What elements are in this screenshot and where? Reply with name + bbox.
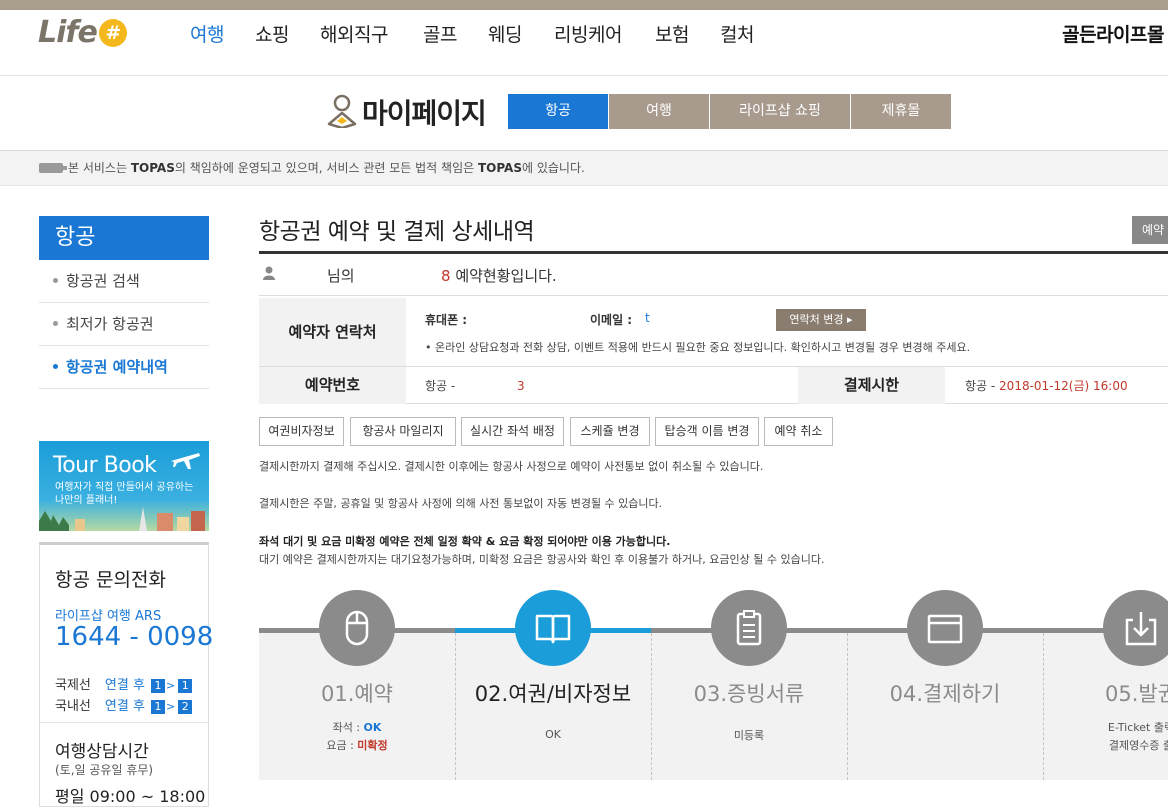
email-label: 이메일 : [590, 313, 633, 327]
step-2-circle [515, 590, 591, 666]
step-3-circle [711, 590, 787, 666]
gnb-insurance[interactable]: 보험 [655, 20, 689, 47]
tab-air[interactable]: 항공 [508, 94, 608, 129]
hours-value: 평일 09:00 ~ 18:00 [55, 787, 206, 806]
schedule-change-button[interactable]: 스케쥴 변경 [570, 417, 650, 446]
sidebar-item-flight-search[interactable]: 항공권 검색 [39, 260, 209, 303]
life-logo[interactable]: Life # [38, 15, 127, 50]
reservation-number-value: 항공 - 3 [425, 379, 525, 393]
chevron-right-icon: ▸ [847, 313, 853, 326]
page-title: 항공권 예약 및 결제 상세내역 [259, 219, 535, 245]
gnb-golf[interactable]: 골프 [423, 20, 457, 47]
user-icon [263, 266, 275, 280]
step-4-title: 04.결제하기 [889, 682, 1001, 706]
mouse-icon [345, 610, 369, 646]
gnb-culture[interactable]: 컬처 [720, 20, 754, 47]
mypage-title: 마이페이지 [362, 97, 487, 130]
change-contact-button[interactable]: 연락처 변경 ▸ [776, 309, 866, 331]
hours-subtitle: (토,일 공유일 휴무) [55, 763, 154, 777]
gnb-overseas-direct[interactable]: 해외직구 [320, 20, 388, 47]
description-4: 대기 예약은 결제시한까지는 대기요청가능하며, 미확정 요금은 항공사와 확인… [259, 553, 825, 566]
sidebar-item-lowest-fare[interactable]: 최저가 항공권 [39, 303, 209, 346]
tour-book-banner[interactable]: Tour Book 여행자가 직접 만들어서 공유하는 나만의 플래너! [39, 441, 209, 531]
greeting-row [259, 254, 1168, 296]
step-5-line-2: 결제영수증 출 [1108, 739, 1168, 752]
description-2: 결제시한은 주말, 공휴일 및 항공사 사정에 의해 사전 통보없이 자동 변경… [259, 497, 663, 510]
bullet-icon [53, 364, 58, 369]
step-1-title: 01.예약 [320, 682, 394, 706]
gnb-shopping[interactable]: 쇼핑 [255, 20, 289, 47]
book-icon [535, 614, 571, 644]
download-icon [1125, 612, 1157, 646]
payment-deadline-header: 결제시한 [798, 367, 945, 404]
phone-label: 휴대폰 : [425, 313, 468, 327]
greeting-name: 님의 [327, 267, 355, 285]
clipboard-icon [736, 610, 762, 646]
contact-international-row: 국제선 연결 후 1 >1 [55, 674, 193, 693]
step-2-title: 02.여권/비자정보 [474, 682, 632, 706]
email-value: t [645, 311, 650, 325]
logo-text: Life [38, 15, 98, 50]
bullet-icon [53, 321, 58, 326]
sidebar-item-label: 항공권 검색 [66, 272, 140, 290]
sidebar-item-reservations[interactable]: 항공권 예약내역 [39, 346, 209, 389]
step-3-status: 미등록 [733, 729, 765, 742]
step-2-status: OK [545, 728, 561, 741]
tab-partner-mall[interactable]: 제휴몰 [851, 94, 951, 129]
tab-travel[interactable]: 여행 [609, 94, 709, 129]
airline-mileage-button[interactable]: 항공사 마일리지 [350, 417, 456, 446]
step-5-line-1: E-Ticket 출력 [1107, 721, 1168, 734]
top-utility-strip [0, 0, 1168, 10]
reservation-number-header: 예약번호 [259, 367, 406, 404]
mypage-person-icon [327, 94, 357, 128]
contact-phone-number: 1644 - 0098 [55, 622, 214, 652]
description-1: 결제시한까지 결제해 주십시오. 결제시한 이후에는 항공사 사정으로 예약이 … [259, 460, 764, 473]
cancel-reservation-button[interactable]: 예약 취소 [764, 417, 833, 446]
step-4-circle [907, 590, 983, 666]
gnb-wedding[interactable]: 웨딩 [488, 20, 522, 47]
passenger-name-change-button[interactable]: 탑승객 이름 변경 [655, 417, 759, 446]
sidebar-title: 항공 [39, 216, 209, 260]
divider [39, 722, 209, 723]
service-notice-text: 본 서비스는 TOPAS의 책임하에 운영되고 있으며, 서비스 관련 모든 법… [68, 161, 585, 175]
city-skyline-icon [39, 507, 205, 531]
greeting-count: 8 예약현황입니다. [441, 267, 557, 285]
step-3-title: 03.증빙서류 [693, 682, 805, 706]
step-1-fare-status: 요금 : 미확정 [326, 739, 388, 752]
hours-title: 여행상담시간 [55, 742, 149, 762]
contact-title: 항공 문의전화 [55, 569, 166, 591]
tour-book-title: Tour Book [53, 453, 157, 478]
gnb-travel[interactable]: 여행 [190, 20, 224, 47]
seat-assignment-button[interactable]: 실시간 좌석 배정 [461, 417, 564, 446]
reservation-button[interactable]: 예약 [1132, 216, 1168, 244]
step-1-seat-status: 좌석 : OK [332, 721, 382, 734]
bullet-icon [53, 278, 58, 283]
contact-domestic-row: 국내선 연결 후 1 >2 [55, 695, 193, 714]
contact-header: 예약자 연락처 [259, 298, 406, 366]
step-5-title: 05.발권 [1104, 682, 1168, 706]
golden-life-mall-link[interactable]: 골든라이프몰 [1062, 20, 1164, 47]
card-icon [927, 614, 963, 644]
logo-mark-icon: # [98, 19, 127, 47]
contact-note: • 온라인 상담요청과 전화 상담, 이벤트 적용에 반드시 필요한 중요 정보… [425, 341, 971, 354]
step-1-circle [319, 590, 395, 666]
gnb-living-care[interactable]: 리빙케어 [554, 20, 622, 47]
sidebar-item-label: 항공권 예약내역 [66, 358, 168, 376]
description-3: 좌석 대기 및 요금 미확정 예약은 전체 일정 확약 & 요금 확정 되어야만… [259, 535, 671, 548]
sidebar-item-label: 최저가 항공권 [66, 315, 154, 333]
airplane-icon [171, 453, 200, 469]
passport-visa-button[interactable]: 여권비자정보 [259, 417, 344, 446]
tab-lifeshop-shopping[interactable]: 라이프샵 쇼핑 [710, 94, 850, 129]
payment-deadline-value: 항공 - 2018-01-12(금) 16:00 [965, 379, 1128, 393]
battery-icon [39, 163, 67, 173]
